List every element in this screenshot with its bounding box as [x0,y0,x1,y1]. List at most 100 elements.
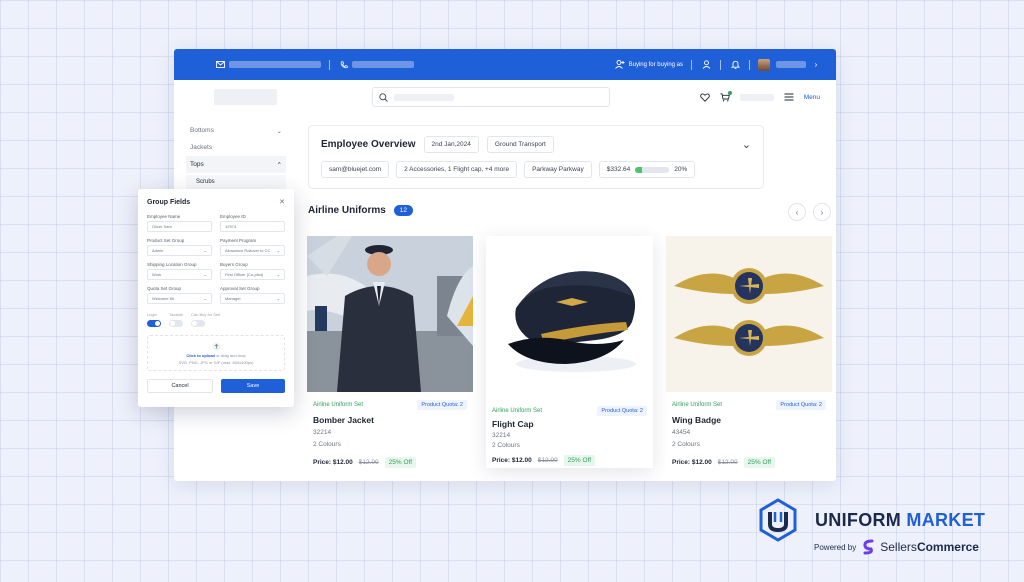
user-add-icon[interactable] [614,59,626,71]
username-placeholder [776,61,806,68]
partner-name-part2: Commerce [916,540,979,554]
chevron-down-icon: ⌄ [203,296,207,301]
powered-by: Powered by SellersCommerce [814,539,979,555]
product-colours: 2 Colours [492,442,520,449]
sidebar-item-tops[interactable]: Tops ⌃ [186,156,286,173]
search-placeholder [394,93,454,101]
menu-label[interactable]: Menu [804,94,820,101]
topbar-right: Buying for buying as › [614,58,822,71]
product-code: 32214 [313,429,332,436]
field-label: Product Set Group [147,238,185,243]
budget-chip: $332.64 20% [598,161,696,178]
product-image[interactable] [307,236,473,392]
product-code: 32214 [492,432,511,439]
brand-name-part2: MARKET [906,510,986,530]
brand-name-part1: UNIFORM [815,510,902,530]
field-value: Welcome Kit [152,296,175,301]
upload-dropzone[interactable]: Click to upload or drag and drop SVG, PN… [147,335,285,371]
buying-for-label[interactable]: Buying for buying as [629,62,683,68]
search-input[interactable] [372,87,610,107]
phone-placeholder [352,61,414,68]
product-card-flight-cap[interactable]: Airline Uniform Set Product Quota: 2 Fli… [486,236,653,468]
location-chip: Parkway Parkway [524,161,592,178]
product-set-group-select[interactable]: Admin ⌄ [147,245,212,256]
quota-set-group-select[interactable]: Welcome Kit ⌄ [147,293,212,304]
prev-arrow-button[interactable]: ‹ [788,203,806,221]
upload-link[interactable]: Click to upload [186,353,215,358]
discount-badge: 25% Off [384,457,417,468]
shipping-location-group-select[interactable]: Work ⌄ [147,269,212,280]
uniform-market-logo-icon [759,498,797,542]
product-colours: 2 Colours [313,441,341,448]
login-toggle-group: Login [147,312,161,327]
sidebar-subitem-scrubs[interactable]: Scrubs [186,175,286,189]
sidebar-item-bottoms[interactable]: Bottoms ⌄ [186,122,286,139]
chevron-right-icon: › [820,207,824,217]
discount-badge: 25% Off [743,457,776,468]
upload-icon [212,342,220,350]
chevron-down-icon[interactable]: ⌄ [742,138,751,151]
close-icon[interactable]: ✕ [279,198,285,206]
taxable-toggle-group: Taxable [169,312,183,327]
bell-icon[interactable] [729,59,741,71]
employee-overview-card: Employee Overview 2nd Jan,2024 Ground Tr… [308,125,764,189]
transport-chip: Ground Transport [486,136,554,153]
chevron-down-icon: ⌄ [203,248,207,253]
product-name[interactable]: Bomber Jacket [313,415,467,425]
save-button[interactable]: Save [221,379,285,393]
employee-name-input[interactable]: Oliver Sam [147,221,212,232]
employee-id-input[interactable]: 12974 [220,221,285,232]
chevron-down-icon: ⌄ [203,272,207,277]
top-bar: Buying for buying as › [174,49,836,80]
buy-for-self-toggle[interactable] [191,320,205,327]
approval-set-group-field: Approval Set Group Manager ⌄ [220,286,285,304]
login-toggle[interactable] [147,320,161,327]
chevron-up-icon: ⌃ [276,161,282,169]
product-name[interactable]: Flight Cap [492,419,647,429]
group-fields-modal: Group Fields ✕ Employee Name Oliver Sam … [138,189,294,407]
heart-icon[interactable] [699,93,710,102]
sidebar-item-label: Bottoms [190,127,214,134]
cancel-button[interactable]: Cancel [147,379,213,393]
field-value: Oliver Sam [152,224,172,229]
accessories-chip: 2 Accessories, 1 Flight cap, +4 more [396,161,518,178]
budget-progress [635,166,670,173]
user-icon[interactable] [700,59,712,71]
approval-set-group-select[interactable]: Manager ⌄ [220,293,285,304]
cart-dot-icon [727,90,732,95]
product-image[interactable] [486,236,653,400]
cart-total-placeholder [739,93,774,101]
modal-fields: Employee Name Oliver Sam Employee ID 129… [147,214,285,304]
cart-icon[interactable] [720,90,732,102]
product-name[interactable]: Wing Badge [672,415,826,425]
field-value: Allowance Rollover to CC [225,248,271,253]
header: Menu [174,80,836,114]
next-arrow-button[interactable]: › [813,203,831,221]
quota-badge: Product Quota: 2 [597,406,647,416]
taxable-toggle[interactable] [169,320,183,327]
search-icon [379,92,388,102]
payment-program-select[interactable]: Allowance Rollover to CC ⌄ [220,245,285,256]
field-label: Buyers Group [220,262,248,267]
chevron-down-icon: ⌄ [276,127,282,135]
product-set-group-field: Product Set Group Admin ⌄ [147,238,212,256]
budget-percent: 20% [674,166,688,173]
menu-icon[interactable] [784,93,794,101]
chevron-right-icon[interactable]: › [810,59,822,71]
product-card-wing-badge[interactable]: Airline Uniform Set Product Quota: 2 Win… [666,236,832,468]
buyers-group-select[interactable]: First Officer (Co-pilot) ⌄ [220,269,285,280]
powered-by-label: Powered by [814,542,857,552]
product-card-bomber-jacket[interactable]: Airline Uniform Set Product Quota: 2 Bom… [307,236,473,468]
field-value: First Officer (Co-pilot) [225,272,264,277]
sidebar-item-jackets[interactable]: Jackets [186,139,286,156]
payment-program-field: Payment Program Allowance Rollover to CC… [220,238,285,256]
quota-badge: Product Quota: 2 [776,400,826,410]
avatar[interactable] [758,58,770,71]
mail-icon [214,59,226,71]
employee-id-field: Employee ID 12974 [220,214,285,232]
product-old-price: $12.00 [717,459,738,466]
product-meta: Airline Uniform Set Product Quota: 2 Win… [666,392,832,476]
product-colours: 2 Colours [672,441,700,448]
field-label: Shipping Location Group [147,262,197,267]
product-image[interactable] [666,236,832,392]
